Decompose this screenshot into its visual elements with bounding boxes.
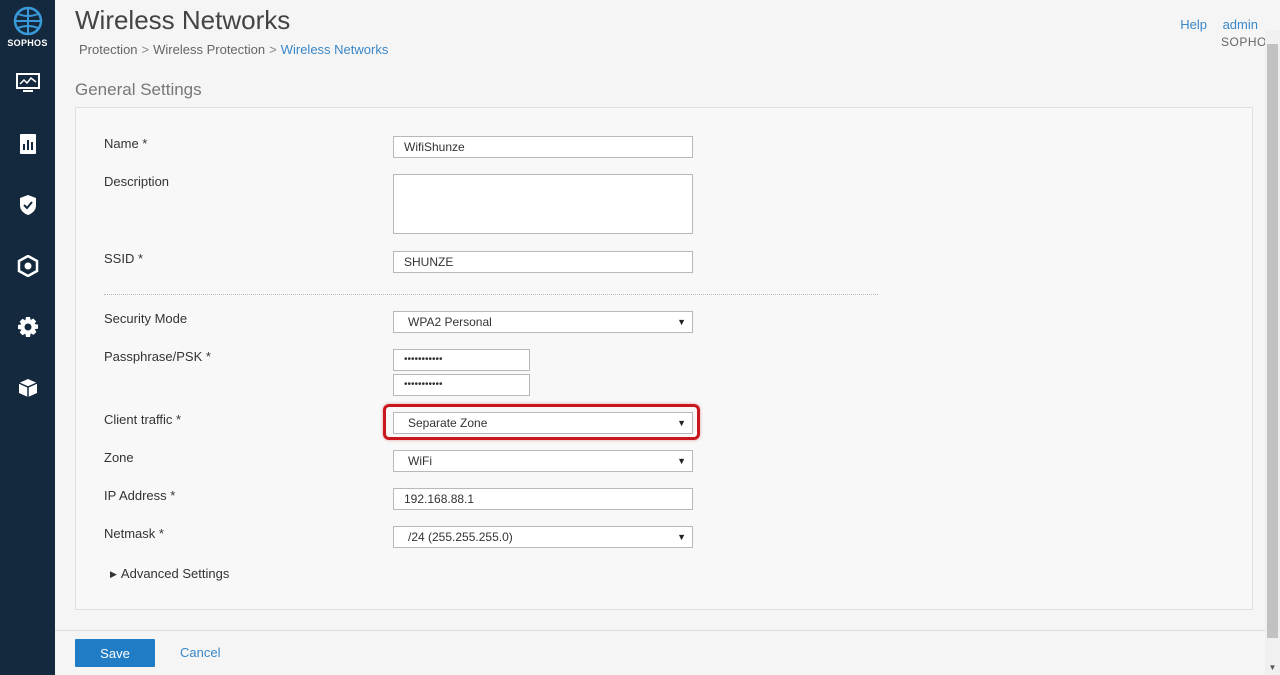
divider [104, 294, 878, 295]
help-link[interactable]: Help [1180, 17, 1207, 32]
report-icon[interactable] [0, 124, 55, 164]
breadcrumb: Protection > Wireless Protection > Wireless … [79, 42, 388, 57]
page-title: Wireless Networks [75, 5, 291, 35]
sidebar: SOPHOS [0, 0, 55, 675]
zone-select[interactable]: WiFi ▼ [393, 450, 693, 472]
breadcrumb-wireless-networks: Wireless Networks [280, 42, 389, 57]
advanced-settings-toggle[interactable]: ▶ Advanced Settings [110, 566, 229, 581]
name-label: Name * [104, 136, 148, 151]
protection-icon[interactable] [0, 246, 55, 286]
shield-check-icon[interactable] [0, 185, 55, 225]
chevron-down-icon: ▼ [677, 456, 686, 466]
netmask-select[interactable]: /24 (255.255.255.0) ▼ [393, 526, 693, 548]
passphrase-label: Passphrase/PSK * [104, 349, 211, 364]
cancel-button[interactable]: Cancel [180, 645, 220, 660]
client-traffic-label: Client traffic * [104, 412, 182, 427]
ssid-label: SSID * [104, 251, 144, 266]
name-input[interactable]: WifiShunze [393, 136, 693, 158]
zone-value: WiFi [408, 454, 432, 468]
security-mode-label: Security Mode [104, 311, 188, 326]
security-mode-value: WPA2 Personal [408, 315, 492, 329]
scrollbar[interactable]: ▼ [1265, 30, 1280, 675]
chevron-down-icon: ▼ [677, 532, 686, 542]
security-mode-select[interactable]: WPA2 Personal ▼ [393, 311, 693, 333]
description-label: Description [104, 174, 170, 189]
monitor-icon[interactable] [0, 63, 55, 103]
passphrase-input[interactable]: ••••••••••• [393, 349, 530, 371]
top-links: Help admin [1168, 17, 1258, 32]
ip-address-label: IP Address * [104, 488, 176, 503]
advanced-settings-label: Advanced Settings [120, 566, 230, 581]
box-icon[interactable] [0, 368, 55, 408]
chevron-down-icon: ▼ [677, 317, 686, 327]
netmask-label: Netmask * [104, 526, 164, 541]
caret-right-icon: ▶ [110, 569, 117, 579]
description-textarea[interactable] [393, 174, 693, 234]
netmask-value: /24 (255.255.255.0) [408, 530, 513, 544]
scroll-down-icon[interactable]: ▼ [1265, 661, 1280, 675]
zone-label: Zone [104, 450, 134, 465]
breadcrumb-protection[interactable]: Protection [79, 42, 138, 57]
admin-link[interactable]: admin [1223, 17, 1258, 32]
breadcrumb-separator: > [141, 42, 150, 57]
gear-icon[interactable] [0, 307, 55, 347]
globe-icon [13, 6, 42, 36]
breadcrumb-wireless-protection[interactable]: Wireless Protection [153, 42, 265, 57]
highlight-box [383, 404, 700, 440]
ip-address-input[interactable]: 192.168.88.1 [393, 488, 693, 510]
save-button[interactable]: Save [75, 639, 155, 667]
sophos-logo[interactable]: SOPHOS [0, 6, 55, 48]
footer-bar [55, 630, 1265, 675]
ssid-input[interactable]: SHUNZE [393, 251, 693, 273]
breadcrumb-separator: > [269, 42, 277, 57]
logo-text: SOPHOS [7, 38, 48, 48]
section-title: General Settings [75, 80, 202, 99]
passphrase-confirm-input[interactable]: ••••••••••• [393, 374, 530, 396]
scroll-thumb[interactable] [1267, 44, 1278, 638]
